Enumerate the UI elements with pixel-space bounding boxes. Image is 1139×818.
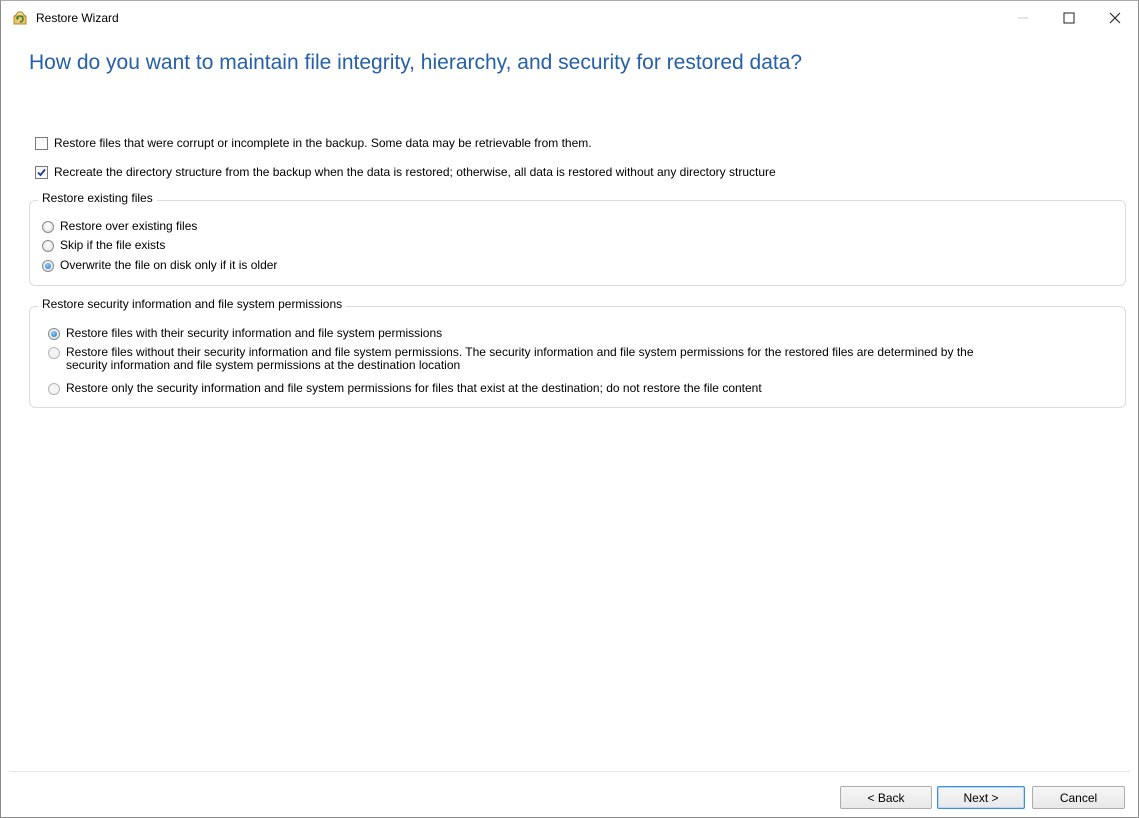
- restore-existing-files-group: Restore existing files Restore over exis…: [29, 191, 1126, 286]
- corrupt-files-checkbox[interactable]: [35, 136, 48, 150]
- maximize-button[interactable]: [1046, 1, 1092, 35]
- restore-without-security-radio[interactable]: [48, 347, 60, 359]
- cancel-button[interactable]: Cancel: [1032, 786, 1125, 809]
- restore-wizard-window: Restore Wizard How do you want to mainta…: [0, 0, 1139, 818]
- window-controls: [1000, 1, 1138, 35]
- title-bar: Restore Wizard: [1, 1, 1138, 35]
- skip-if-exists-label: Skip if the file exists: [60, 238, 166, 252]
- directory-structure-label: Recreate the directory structure from th…: [54, 165, 776, 179]
- footer-divider: [9, 771, 1130, 772]
- restore-over-existing-label: Restore over existing files: [60, 219, 198, 233]
- restore-with-security-label: Restore files with their security inform…: [66, 326, 443, 340]
- skip-if-exists-radio[interactable]: [42, 240, 54, 252]
- restore-over-existing-radio[interactable]: [42, 221, 54, 233]
- skip-if-exists-option[interactable]: Skip if the file exists: [42, 239, 165, 252]
- close-icon: [1109, 12, 1121, 24]
- restore-security-only-option[interactable]: Restore only the security information an…: [48, 382, 762, 395]
- restore-without-security-text: Restore files without their security inf…: [66, 346, 974, 372]
- checkmark-icon: [37, 168, 46, 176]
- restore-without-security-label-line2: security information and file system per…: [66, 358, 461, 372]
- corrupt-files-label: Restore files that were corrupt or incom…: [54, 136, 592, 150]
- restore-security-only-label: Restore only the security information an…: [66, 381, 762, 395]
- restore-security-only-radio[interactable]: [48, 383, 60, 395]
- maximize-icon: [1063, 12, 1075, 24]
- restore-wizard-icon: [12, 10, 28, 26]
- restore-with-security-option[interactable]: Restore files with their security inform…: [48, 327, 442, 340]
- restore-without-security-label: Restore files without their security inf…: [66, 345, 974, 359]
- page-title: How do you want to maintain file integri…: [29, 51, 803, 74]
- overwrite-if-older-radio[interactable]: [42, 260, 54, 272]
- minimize-button[interactable]: [1000, 1, 1046, 35]
- directory-structure-checkbox[interactable]: [35, 165, 48, 179]
- restore-without-security-option[interactable]: Restore files without their security inf…: [48, 346, 1118, 372]
- back-button[interactable]: < Back: [840, 786, 932, 809]
- security-permissions-legend: Restore security information and file sy…: [38, 297, 347, 311]
- overwrite-if-older-label: Overwrite the file on disk only if it is…: [60, 258, 278, 272]
- close-button[interactable]: [1092, 1, 1138, 35]
- next-button[interactable]: Next >: [937, 786, 1025, 809]
- window-title: Restore Wizard: [36, 11, 119, 25]
- minimize-icon: [1018, 17, 1028, 19]
- overwrite-if-older-option[interactable]: Overwrite the file on disk only if it is…: [42, 259, 277, 272]
- restore-existing-files-legend: Restore existing files: [38, 191, 157, 205]
- corrupt-files-option[interactable]: Restore files that were corrupt or incom…: [35, 136, 592, 150]
- restore-with-security-radio[interactable]: [48, 328, 60, 340]
- restore-over-existing-option[interactable]: Restore over existing files: [42, 220, 197, 233]
- directory-structure-option[interactable]: Recreate the directory structure from th…: [35, 165, 776, 179]
- security-permissions-group: Restore security information and file sy…: [29, 297, 1126, 408]
